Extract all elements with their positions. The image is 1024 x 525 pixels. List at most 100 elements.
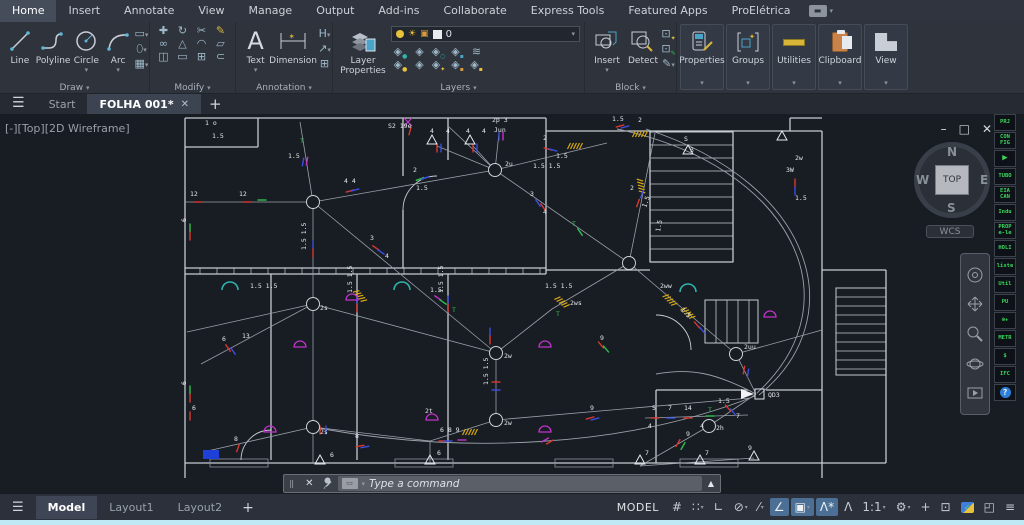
viewcube-west[interactable]: W xyxy=(916,173,929,187)
viewcube[interactable]: N S W E TOP xyxy=(914,142,990,218)
explode-icon[interactable]: ⊂ xyxy=(213,50,228,63)
menu-tab-add-ins[interactable]: Add-ins xyxy=(366,0,431,22)
block-edit-icon[interactable]: ⊡✦ xyxy=(661,27,676,42)
ortho-icon[interactable]: ∟ xyxy=(710,498,728,516)
autoscale-icon[interactable]: Λ xyxy=(840,498,856,516)
layout-tab-layout1[interactable]: Layout1 xyxy=(97,496,165,519)
rectangle-tool-icon[interactable]: ▭▾ xyxy=(134,27,149,40)
osnap-icon[interactable]: ▣ ▾ xyxy=(790,498,814,516)
move-icon[interactable]: ✚ xyxy=(156,24,171,37)
pro-tool-tubo[interactable]: TUBO xyxy=(994,168,1016,185)
menu-tab-manage[interactable]: Manage xyxy=(237,0,305,22)
annotation-monitor-icon[interactable]: + xyxy=(916,498,934,516)
pro-tool-metr[interactable]: METR xyxy=(994,330,1016,347)
draw-panel-label[interactable]: Draw ▾ xyxy=(0,83,149,93)
layer-freeze-icon[interactable]: ◈○ xyxy=(431,45,446,60)
panel-clipboard-collapsed[interactable]: Clipboard ▾ xyxy=(818,24,862,90)
mleader-icon[interactable]: ↗▾ xyxy=(317,42,332,55)
ribbon-display-toggle[interactable]: ▬ ▾ xyxy=(808,0,833,22)
layer-unlock-icon[interactable]: ◈▪ xyxy=(450,58,465,73)
new-drawing-tab-button[interactable]: + xyxy=(201,94,230,114)
layer-isolate-icon[interactable]: ◈ xyxy=(412,45,427,58)
panel-properties-collapsed[interactable]: Properties ▾ xyxy=(679,24,725,90)
close-icon[interactable]: ✕ xyxy=(982,122,992,136)
mirror-icon[interactable]: △ xyxy=(175,37,190,50)
leader-icon[interactable]: H▾ xyxy=(317,27,332,40)
viewport-controls-label[interactable]: [-][Top][2D Wireframe] xyxy=(5,122,130,135)
minimize-icon[interactable]: – xyxy=(941,122,947,136)
ellipse-tool-icon[interactable]: ⬯▾ xyxy=(134,42,149,55)
layer-off-icon[interactable]: ◈● xyxy=(393,45,408,60)
menu-tab-express-tools[interactable]: Express Tools xyxy=(519,0,617,22)
customization-icon[interactable]: ≡ xyxy=(1001,498,1019,516)
close-tab-icon[interactable]: ✕ xyxy=(181,99,189,110)
layers-panel-label[interactable]: Layers ▾ xyxy=(333,83,584,93)
rotate-icon[interactable]: ↻ xyxy=(175,24,190,37)
orbit-icon[interactable] xyxy=(966,355,984,373)
workspace-gear-icon[interactable]: ⚙ ▾ xyxy=(892,498,915,516)
layer-unisolate-icon[interactable]: ◈● xyxy=(393,58,408,73)
insert-button[interactable]: Insert ▾ xyxy=(589,24,625,74)
file-tab-start[interactable]: Start xyxy=(37,94,88,114)
layout-tabs-menu-icon[interactable]: ☰ xyxy=(0,499,36,515)
menu-tab-output[interactable]: Output xyxy=(304,0,366,22)
scale-icon[interactable]: ▭ xyxy=(175,50,190,63)
drawing-canvas[interactable]: 12 12 4 4 2 1.5 1.5 T 1.5 1.5 3 4 1.5 T 1.5 1.5 2 1.5 3… xyxy=(0,114,1024,494)
zoom-icon[interactable] xyxy=(966,325,984,343)
pro-tool-btn2[interactable]: ▶ xyxy=(994,150,1016,167)
copy-icon[interactable]: ∞ xyxy=(156,37,171,50)
line-button[interactable]: Line xyxy=(4,24,36,74)
menu-tab-insert[interactable]: Insert xyxy=(56,0,112,22)
model-space-label[interactable]: MODEL xyxy=(617,501,659,514)
layer-state-icon[interactable]: ◈▪ xyxy=(469,58,484,73)
graphics-performance-icon[interactable]: ✓ xyxy=(957,500,978,515)
file-tab-folha-001-[interactable]: FOLHA 001* ✕ xyxy=(87,94,201,114)
wcs-badge[interactable]: WCS xyxy=(926,225,974,238)
panel-view-collapsed[interactable]: View ▾ xyxy=(864,24,908,90)
pro-tool-util[interactable]: Util xyxy=(994,276,1016,293)
command-history-icon[interactable]: ▲ xyxy=(708,479,720,488)
menu-tab-annotate[interactable]: Annotate xyxy=(112,0,186,22)
menu-tab-proelétrica[interactable]: ProElétrica xyxy=(720,0,803,22)
stretch-icon[interactable]: ◫ xyxy=(156,50,171,63)
panel-groups-collapsed[interactable]: ✦ Groups ▾ xyxy=(726,24,770,90)
erase-icon[interactable]: ✎ xyxy=(213,24,228,37)
pro-tool-indu[interactable]: Indu xyxy=(994,204,1016,221)
layer-walk-icon[interactable]: ◈✦ xyxy=(431,58,446,73)
arc-button[interactable]: Arc ▾ xyxy=(102,24,134,74)
clean-screen-icon[interactable]: ◰ xyxy=(980,498,999,516)
pro-tool-?[interactable]: ? xyxy=(994,384,1016,401)
snap-icon[interactable]: ∷ ▾ xyxy=(688,498,708,516)
block-define-icon[interactable]: ✎▾ xyxy=(661,57,676,70)
pro-tool-pu[interactable]: PU xyxy=(994,294,1016,311)
annotation-visibility-icon[interactable]: Λ* xyxy=(815,498,839,516)
command-bar-drag-handle[interactable]: ⣿ xyxy=(284,480,300,487)
pro-tool-propele[interactable]: PROP e-le xyxy=(994,222,1016,239)
pro-tool-btn11[interactable]: ⊕+ xyxy=(994,312,1016,329)
command-bar-wrench-icon[interactable] xyxy=(321,477,334,490)
pro-tool-liste[interactable]: liste xyxy=(994,258,1016,275)
text-button[interactable]: A Text ▾ xyxy=(242,24,269,74)
menu-tab-home[interactable]: Home xyxy=(0,0,57,22)
restore-icon[interactable]: □ xyxy=(959,122,970,136)
pan-icon[interactable] xyxy=(966,295,984,313)
pro-tool-holi[interactable]: HOLI xyxy=(994,240,1016,257)
block-panel-label[interactable]: Block ▾ xyxy=(585,83,676,93)
pro-tool-ifc[interactable]: IFC xyxy=(994,366,1016,383)
pro-tool-config[interactable]: CON FIG xyxy=(994,132,1016,149)
fillet-icon[interactable]: ◠ xyxy=(194,37,209,50)
trim-icon[interactable]: ✂ xyxy=(194,24,209,37)
detect-button[interactable]: Detect xyxy=(625,24,661,74)
viewcube-north[interactable]: N xyxy=(947,145,957,159)
file-tabs-menu-icon[interactable]: ☰ xyxy=(0,94,37,114)
block-attrib-icon[interactable]: ⊡✎ xyxy=(661,42,676,57)
isodraft-icon[interactable]: ⁄ ▾ xyxy=(754,498,768,516)
annotation-scale[interactable]: 1:1 ▾ xyxy=(858,498,889,516)
viewcube-south[interactable]: S xyxy=(947,201,956,215)
menu-tab-view[interactable]: View xyxy=(186,0,236,22)
viewcube-top-face[interactable]: TOP xyxy=(935,165,969,195)
layer-prev-icon[interactable]: ◈ xyxy=(412,58,427,71)
menu-tab-collaborate[interactable]: Collaborate xyxy=(431,0,518,22)
pro-tool-$[interactable]: $ xyxy=(994,348,1016,365)
layout-tab-model[interactable]: Model xyxy=(35,495,98,519)
